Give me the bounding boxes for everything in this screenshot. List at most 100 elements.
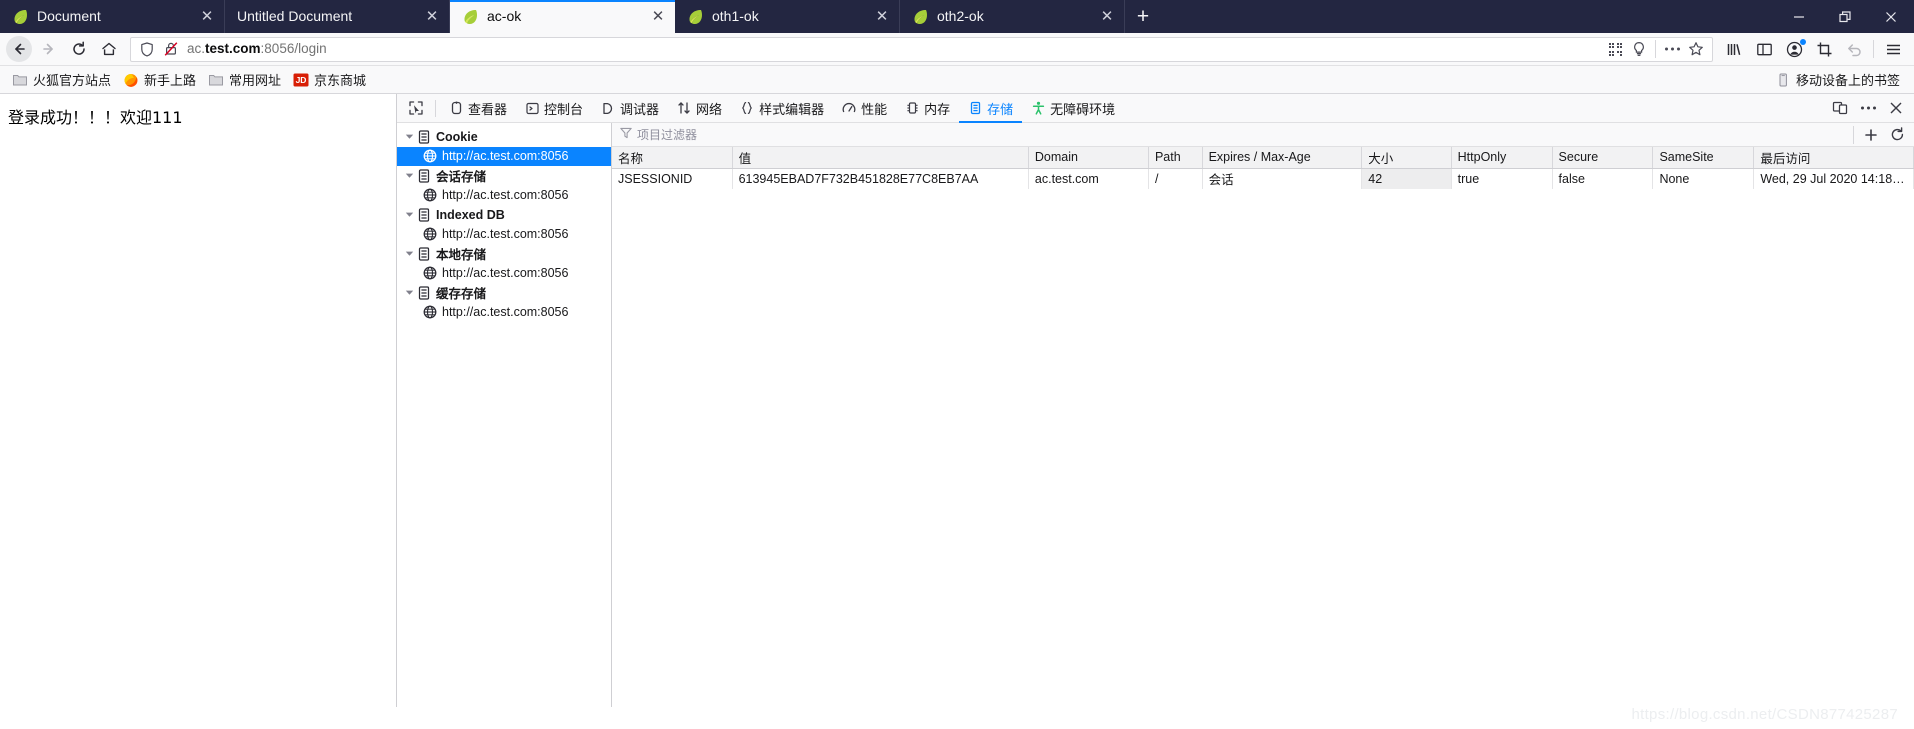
bookmark-item-1[interactable]: 新手上路 [117, 68, 202, 91]
new-tab-button[interactable]: + [1125, 0, 1161, 33]
column-header-httponly[interactable]: HttpOnly [1451, 147, 1553, 169]
hamburger-menu-icon[interactable] [1878, 36, 1908, 62]
tab-network[interactable]: 网络 [668, 94, 731, 123]
tab-inspector[interactable]: 查看器 [440, 94, 516, 123]
ellipsis-icon[interactable] [1854, 95, 1882, 121]
firefox-icon [123, 72, 139, 88]
leaf-icon [912, 8, 929, 25]
tab-style-editor[interactable]: 样式编辑器 [731, 94, 833, 123]
browser-tab-2[interactable]: ac-ok ✕ [450, 0, 675, 33]
database-icon [417, 286, 431, 300]
ellipsis-icon[interactable] [1660, 38, 1684, 60]
chevron-down-icon[interactable] [403, 287, 415, 299]
chevron-down-icon[interactable] [403, 209, 415, 221]
chevron-down-icon[interactable] [403, 248, 415, 260]
url-bar[interactable]: ac.test.com:8056/login [130, 36, 1713, 62]
browser-tab-4[interactable]: oth2-ok ✕ [900, 0, 1125, 33]
mobile-bookmarks-item[interactable]: 移动设备上的书签 [1769, 68, 1906, 91]
tab-close-button[interactable]: ✕ [1098, 8, 1116, 26]
storage-tree-sidebar[interactable]: Cookie http://ac.test.com:8056 会话存储 http… [397, 123, 612, 707]
database-icon [417, 208, 431, 222]
bookmark-label: 火狐官方站点 [33, 73, 112, 88]
tab-storage[interactable]: 存储 [959, 94, 1023, 123]
storage-tree-parent-row[interactable]: Indexed DB [397, 205, 611, 225]
cell-last-accessed: Wed, 29 Jul 2020 14:18:05 ... [1753, 168, 1914, 189]
element-picker-icon[interactable] [401, 95, 431, 121]
storage-filter-bar: 项目过滤器 [612, 123, 1914, 147]
column-header-path[interactable]: Path [1148, 147, 1203, 169]
storage-tree-child-row[interactable]: http://ac.test.com:8056 [397, 186, 611, 206]
chevron-down-icon[interactable] [403, 170, 415, 182]
url-text[interactable]: ac.test.com:8056/login [183, 38, 1603, 60]
devtools-body: Cookie http://ac.test.com:8056 会话存储 http… [397, 123, 1914, 707]
style-editor-icon [740, 101, 754, 115]
star-icon[interactable] [1684, 38, 1708, 60]
column-header-last-accessed[interactable]: 最后访问 [1753, 147, 1914, 169]
tab-performance[interactable]: 性能 [833, 94, 896, 123]
minimize-button[interactable] [1776, 0, 1822, 33]
storage-tree-child-row[interactable]: http://ac.test.com:8056 [397, 146, 611, 166]
reload-button[interactable] [64, 36, 94, 62]
column-header-domain[interactable]: Domain [1028, 147, 1149, 169]
column-header-samesite[interactable]: SameSite [1652, 147, 1755, 169]
tab-close-button[interactable]: ✕ [423, 8, 441, 26]
sidebar-icon[interactable] [1749, 36, 1779, 62]
storage-tree-parent-row[interactable]: 本地存储 [397, 244, 611, 264]
refresh-button[interactable] [1884, 124, 1910, 146]
bookmark-item-0[interactable]: 火狐官方站点 [6, 68, 117, 91]
shield-icon[interactable] [135, 38, 159, 60]
column-header-value[interactable]: 值 [732, 147, 1029, 169]
table-row[interactable]: JSESSIONID 613945EBAD7F732B451828E77C8EB… [612, 168, 1914, 189]
column-header-name[interactable]: 名称 [612, 147, 733, 169]
devtools-toolbar-actions [1826, 95, 1910, 121]
qr-code-icon[interactable] [1603, 38, 1627, 60]
library-icon[interactable] [1719, 36, 1749, 62]
column-header-expires[interactable]: Expires / Max-Age [1202, 147, 1363, 169]
tab-memory[interactable]: 内存 [896, 94, 959, 123]
undo-arrow-icon[interactable] [1839, 36, 1869, 62]
tab-title: Untitled Document [237, 8, 353, 24]
tab-debugger[interactable]: 调试器 [592, 94, 668, 123]
cell-name: JSESSIONID [612, 168, 733, 189]
lock-crossed-icon[interactable] [159, 38, 183, 60]
storage-tree-label: http://ac.test.com:8056 [442, 227, 569, 242]
storage-tree-child-row[interactable]: http://ac.test.com:8056 [397, 303, 611, 323]
home-button[interactable] [94, 36, 124, 62]
column-header-secure[interactable]: Secure [1552, 147, 1654, 169]
tab-close-button[interactable]: ✕ [873, 8, 891, 26]
browser-tab-0[interactable]: Document ✕ [0, 0, 225, 33]
cell-value: 613945EBAD7F732B451828E77C8EB7AA [732, 168, 1029, 189]
bookmark-item-2[interactable]: 常用网址 [202, 68, 287, 91]
bookmark-label: 常用网址 [229, 73, 282, 88]
lightbulb-icon[interactable] [1627, 38, 1651, 60]
column-header-size[interactable]: 大小 [1361, 147, 1452, 169]
storage-tree-parent-row[interactable]: 缓存存储 [397, 283, 611, 303]
storage-tree-label: Indexed DB [436, 207, 505, 222]
account-icon[interactable] [1779, 36, 1809, 62]
storage-tree-child-row[interactable]: http://ac.test.com:8056 [397, 264, 611, 284]
tab-console[interactable]: 控制台 [516, 94, 592, 123]
add-item-button[interactable] [1858, 124, 1884, 146]
restore-button[interactable] [1822, 0, 1868, 33]
storage-tree-label: Cookie [436, 129, 478, 144]
bookmark-item-3[interactable]: JD 京东商城 [287, 68, 372, 91]
filter-icon [620, 127, 632, 142]
close-icon[interactable] [1882, 95, 1910, 121]
tab-accessibility[interactable]: 无障碍环境 [1022, 94, 1124, 123]
browser-tab-1[interactable]: Untitled Document ✕ [225, 0, 450, 33]
close-button[interactable] [1868, 0, 1914, 33]
storage-tree-parent-row[interactable]: Cookie [397, 127, 611, 147]
responsive-icon[interactable] [1826, 95, 1854, 121]
chevron-down-icon[interactable] [403, 131, 415, 143]
tab-close-button[interactable]: ✕ [649, 8, 667, 26]
tab-close-button[interactable]: ✕ [198, 8, 216, 26]
storage-tree-parent-row[interactable]: 会话存储 [397, 166, 611, 186]
console-icon [525, 101, 539, 115]
storage-tree-child-row[interactable]: http://ac.test.com:8056 [397, 225, 611, 245]
back-button[interactable] [6, 36, 32, 62]
bookmark-label: 新手上路 [144, 73, 197, 88]
search-input[interactable]: 项目过滤器 [620, 126, 697, 143]
browser-tab-3[interactable]: oth1-ok ✕ [675, 0, 900, 33]
forward-button[interactable] [34, 36, 64, 62]
crop-icon[interactable] [1809, 36, 1839, 62]
